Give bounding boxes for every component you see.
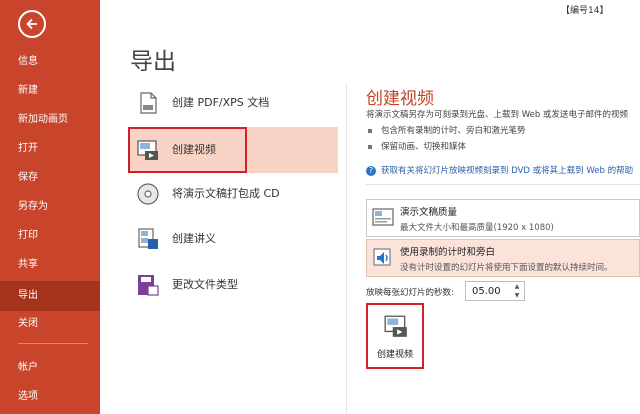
nav-item-new[interactable]: 新建 [0, 78, 100, 104]
video-option-highlight [128, 127, 247, 173]
nav-item-close[interactable]: 关闭 [0, 311, 100, 337]
change-file-type-icon [138, 275, 159, 296]
bullet-text: 包含所有录制的计时、旁白和激光笔势 [381, 126, 526, 136]
help-link-text: 获取有关将幻灯片放映视频刻录到 DVD 或将其上载到 Web 的帮助 [381, 166, 634, 176]
section-divider [366, 184, 640, 185]
back-arrow-icon[interactable] [18, 10, 46, 38]
nav-item-save-as[interactable]: 另存为 [0, 194, 100, 220]
quality-title: 演示文稿质量 [400, 207, 458, 218]
feature-bullet: 包含所有录制的计时、旁白和激光笔势 [368, 124, 526, 136]
handout-icon [138, 228, 158, 249]
quality-dropdown[interactable]: 演示文稿质量 最大文件大小和最高质量(1920 x 1080) [366, 199, 640, 237]
export-option-label: 创建 PDF/XPS 文档 [172, 96, 270, 109]
backstage-sidebar: 信息 新建 新加动画页 打开 保存 另存为 打印 共享 导出 关闭 帐户 选项 [0, 0, 100, 414]
seconds-input[interactable] [466, 282, 510, 300]
cd-icon [137, 183, 159, 205]
nav-item-export[interactable]: 导出 [0, 281, 100, 311]
nav-item-new-animation-page[interactable]: 新加动画页 [0, 107, 100, 133]
help-icon: ? [366, 165, 376, 176]
help-link[interactable]: ? 获取有关将幻灯片放映视频刻录到 DVD 或将其上载到 Web 的帮助 [366, 164, 633, 176]
page-title: 导出 [130, 49, 176, 75]
narration-subtitle: 没有计时设置的幻灯片将使用下面设置的默认持续时间。 [400, 263, 613, 273]
nav-item-save[interactable]: 保存 [0, 165, 100, 191]
panel-divider [346, 84, 347, 414]
bullet-icon [368, 144, 372, 149]
nav-item-print[interactable]: 打印 [0, 223, 100, 249]
number-badge: 【编号14】 [561, 6, 609, 16]
narration-dropdown[interactable]: 使用录制的计时和旁白 没有计时设置的幻灯片将使用下面设置的默认持续时间。 [366, 239, 640, 277]
nav-item-options[interactable]: 选项 [0, 384, 100, 410]
seconds-label: 放映每张幻灯片的秒数: [366, 288, 454, 298]
export-option-change-file-type[interactable]: 更改文件类型 [128, 264, 338, 306]
export-option-pdf-xps[interactable]: 创建 PDF/XPS 文档 [128, 82, 338, 124]
export-option-label: 将演示文稿打包成 CD [172, 187, 280, 200]
section-description: 将演示文稿另存为可刻录到光盘、上载到 Web 或发送电子邮件的视频 [366, 110, 628, 120]
nav-item-share[interactable]: 共享 [0, 252, 100, 278]
spinner-down-icon[interactable]: ▼ [512, 292, 522, 300]
narration-title: 使用录制的计时和旁白 [400, 247, 496, 258]
export-option-label: 创建讲义 [172, 232, 216, 245]
seconds-spinner[interactable]: ▲ ▼ [465, 281, 525, 301]
section-title: 创建视频 [366, 89, 434, 109]
nav-item-info[interactable]: 信息 [0, 49, 100, 75]
pdf-document-icon [140, 92, 157, 114]
create-video-button[interactable]: 创建视频 [366, 303, 424, 369]
bullet-text: 保留动画、切换和媒体 [381, 142, 467, 152]
spinner-up-icon[interactable]: ▲ [512, 283, 522, 291]
video-icon [384, 315, 407, 337]
export-option-label: 更改文件类型 [172, 278, 238, 291]
feature-bullet: 保留动画、切换和媒体 [368, 140, 466, 152]
export-option-create-handouts[interactable]: 创建讲义 [128, 218, 338, 260]
create-video-button-label: 创建视频 [376, 350, 413, 360]
speaker-icon [373, 248, 391, 266]
nav-divider [18, 343, 88, 344]
quality-subtitle: 最大文件大小和最高质量(1920 x 1080) [400, 223, 554, 233]
presentation-quality-icon [372, 208, 394, 226]
bullet-icon [368, 128, 372, 133]
export-option-package-cd[interactable]: 将演示文稿打包成 CD [128, 173, 338, 215]
nav-item-account[interactable]: 帐户 [0, 355, 100, 381]
nav-item-open[interactable]: 打开 [0, 136, 100, 162]
